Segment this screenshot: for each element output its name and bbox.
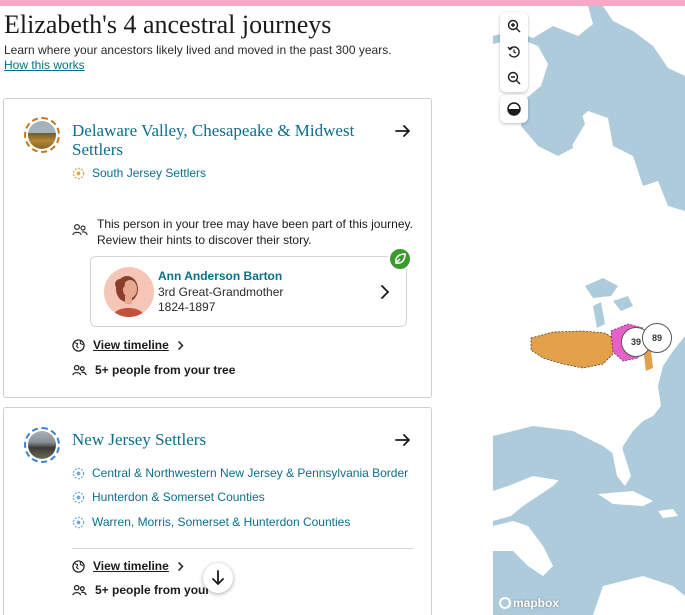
person-name[interactable]: Ann Anderson Barton <box>158 269 282 283</box>
map-cluster[interactable]: 89 <box>642 323 672 353</box>
sub-journey-item[interactable]: Warren, Morris, Somerset & Hunterdon Cou… <box>72 515 350 529</box>
view-timeline-label: View timeline <box>93 338 169 352</box>
sub-journey-item[interactable]: Central & Northwestern New Jersey & Penn… <box>72 466 408 480</box>
person-avatar <box>104 267 154 317</box>
view-timeline-link[interactable]: View timeline <box>72 338 184 352</box>
arrow-right-icon[interactable] <box>393 121 413 141</box>
globe-icon <box>72 338 85 352</box>
chevron-right-icon <box>177 340 184 350</box>
zoom-out-button[interactable] <box>500 65 528 91</box>
mapbox-logo: mapbox <box>499 596 559 610</box>
people-count-label: 5+ people from your <box>95 583 211 597</box>
globe-icon <box>72 559 85 573</box>
sub-journey-label: Warren, Morris, Somerset & Hunterdon Cou… <box>92 515 351 529</box>
arrow-right-icon[interactable] <box>393 430 413 450</box>
journey-image <box>28 121 56 149</box>
reset-rotate-icon <box>507 46 520 58</box>
journeys-panel: Elizabeth's 4 ancestral journeys Learn w… <box>0 6 493 615</box>
people-icon <box>72 364 87 375</box>
page-title: Elizabeth's 4 ancestral journeys <box>4 10 332 39</box>
zoom-in-button[interactable] <box>500 13 528 39</box>
sub-journey-icon <box>72 467 85 479</box>
hint-text: This person in your tree may have been p… <box>97 217 413 247</box>
how-this-works-link[interactable]: How this works <box>4 58 85 72</box>
leaf-hint-badge-icon[interactable] <box>388 247 412 271</box>
cluster-count: 39 <box>630 337 641 347</box>
person-years: 1824-1897 <box>158 300 216 314</box>
map-style-toggle-button[interactable] <box>500 95 528 123</box>
view-timeline-link[interactable]: View timeline <box>72 559 184 573</box>
journey-title[interactable]: New Jersey Settlers <box>72 430 372 449</box>
zoom-out-icon <box>507 71 521 85</box>
page-subtitle: Learn where your ancestors likely lived … <box>4 43 392 57</box>
contrast-icon <box>507 102 521 116</box>
journey-avatar[interactable] <box>24 427 60 463</box>
map-zoom-controls <box>500 12 528 92</box>
journey-avatar[interactable] <box>24 117 60 153</box>
divider <box>72 548 414 549</box>
sub-journey-item[interactable]: Hunterdon & Somerset Counties <box>72 490 265 504</box>
sub-journey-label: Hunterdon & Somerset Counties <box>92 490 265 504</box>
sub-journey-item[interactable]: South Jersey Settlers <box>72 166 206 180</box>
people-from-tree: 5+ people from your <box>72 583 210 597</box>
journey-image <box>28 431 56 459</box>
view-timeline-label: View timeline <box>93 559 169 573</box>
people-count-label: 5+ people from your tree <box>95 363 236 377</box>
chevron-right-icon <box>177 561 184 571</box>
journey-title[interactable]: Delaware Valley, Chesapeake & Midwest Se… <box>72 121 372 159</box>
mapbox-icon <box>499 597 511 609</box>
arrow-down-icon <box>212 570 224 585</box>
cluster-count: 89 <box>651 333 662 343</box>
people-from-tree: 5+ people from your tree <box>72 363 235 377</box>
scroll-down-button[interactable] <box>203 563 233 593</box>
sub-journey-label: Central & Northwestern New Jersey & Penn… <box>92 466 409 480</box>
sub-journey-icon <box>72 491 85 503</box>
people-icon <box>72 584 87 595</box>
sub-journey-icon <box>72 516 85 528</box>
reset-view-button[interactable] <box>500 39 528 65</box>
people-hint-icon <box>72 223 88 236</box>
sub-journey-icon <box>72 167 85 179</box>
journey-card: Delaware Valley, Chesapeake & Midwest Se… <box>3 98 432 398</box>
zoom-in-icon <box>507 19 521 33</box>
person-relation: 3rd Great-Grandmother <box>158 285 284 299</box>
sub-journey-label: South Jersey Settlers <box>92 166 207 180</box>
mapbox-attribution: mapbox <box>513 596 560 610</box>
chevron-right-icon <box>381 285 390 299</box>
person-card[interactable]: Ann Anderson Barton 3rd Great-Grandmothe… <box>90 247 412 327</box>
